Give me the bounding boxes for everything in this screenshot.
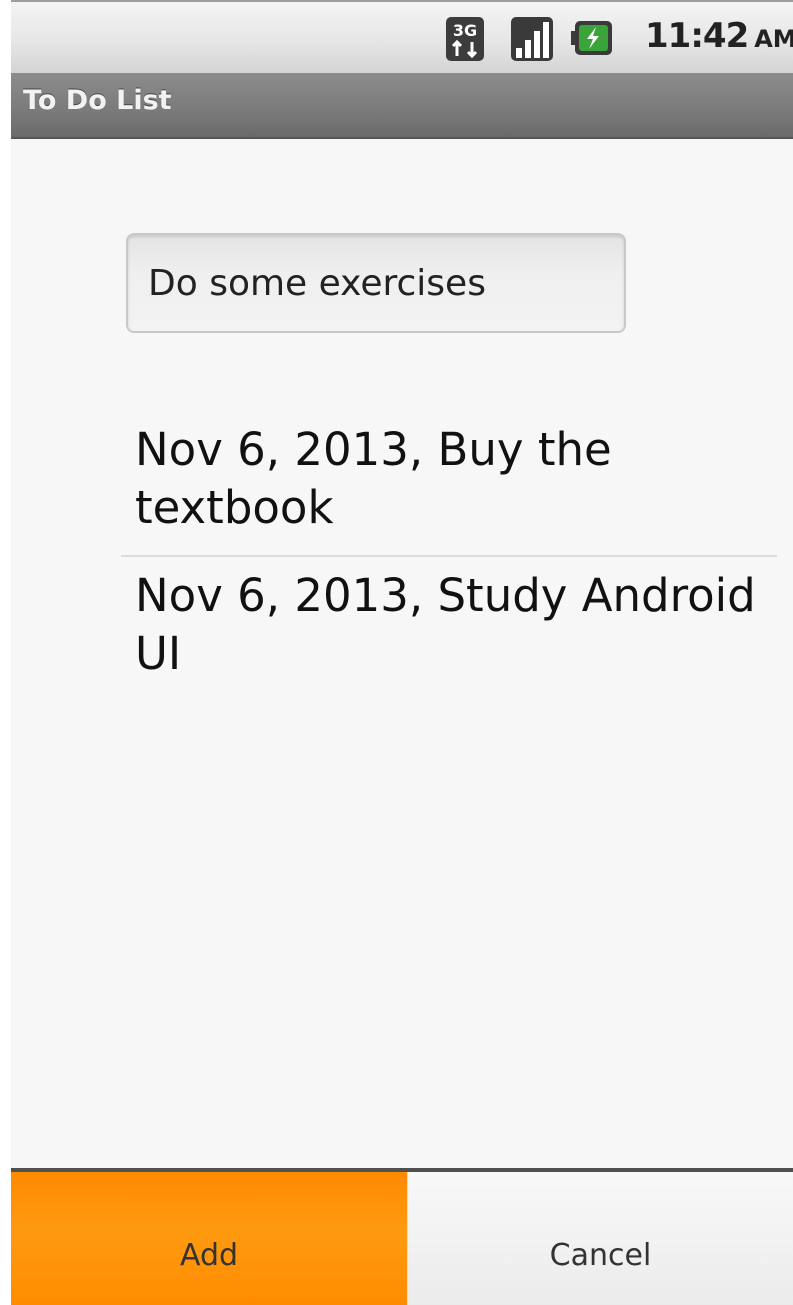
status-clock: 11:42 AM [645, 16, 793, 56]
button-bar: Add Cancel [11, 1168, 793, 1305]
svg-text:3G: 3G [453, 21, 477, 40]
battery-charging-icon [571, 21, 612, 55]
main-content: Nov 6, 2013, Buy the textbook Nov 6, 201… [11, 139, 793, 1168]
add-button[interactable]: Add [11, 1172, 407, 1305]
cancel-button[interactable]: Cancel [407, 1172, 793, 1305]
status-time-text: 11:42 [645, 16, 749, 56]
task-input[interactable] [126, 233, 626, 333]
add-button-label: Add [179, 1238, 239, 1273]
android-screen: 3G 11:42AM To Do List Nov 6, 2013, Buy t… [0, 0, 793, 1305]
todo-list: Nov 6, 2013, Buy the textbook Nov 6, 201… [121, 411, 777, 701]
cancel-button-label: Cancel [549, 1238, 652, 1273]
status-bar: 3G 11:42 AM [11, 0, 793, 73]
todo-list-item[interactable]: Nov 6, 2013, Buy the textbook [121, 411, 777, 557]
screen-edge [0, 0, 11, 1305]
app-title: To Do List [23, 85, 172, 116]
3g-data-icon: 3G [446, 17, 484, 61]
app-title-bar: To Do List [11, 73, 793, 139]
todo-list-item[interactable]: Nov 6, 2013, Study Android UI [121, 557, 777, 701]
status-ampm-text: AM [754, 25, 793, 53]
signal-strength-icon [511, 17, 553, 61]
